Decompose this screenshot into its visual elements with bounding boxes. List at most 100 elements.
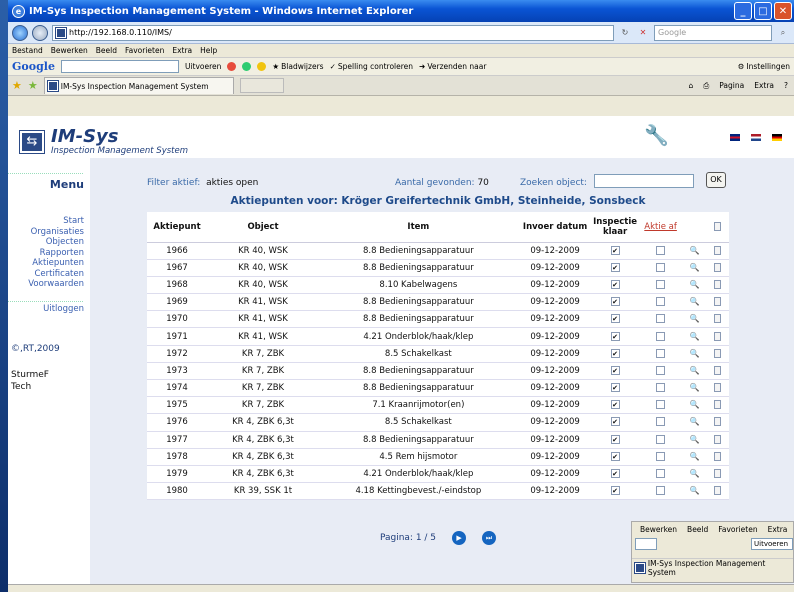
- sidebar-item-rapporten[interactable]: Rapporten: [28, 248, 84, 259]
- magnifier-icon[interactable]: 🔍: [690, 314, 700, 323]
- magnifier-icon[interactable]: 🔍: [690, 469, 700, 478]
- maximize-button[interactable]: □: [754, 2, 772, 20]
- overlay-tab[interactable]: IM-Sys Inspection Management System: [632, 558, 793, 577]
- document-icon[interactable]: [714, 451, 722, 461]
- magnifier-icon[interactable]: 🔍: [690, 280, 700, 289]
- aktie-af-checkbox[interactable]: [656, 451, 666, 461]
- menu-item-help[interactable]: Help: [200, 46, 217, 55]
- add-favorite-icon[interactable]: ★: [28, 79, 38, 92]
- url-field[interactable]: http://192.168.0.110/IMS/: [52, 24, 614, 41]
- inspectie-checkbox[interactable]: ✔: [610, 451, 620, 461]
- sidebar-item-voorwaarden[interactable]: Voorwaarden: [28, 279, 84, 290]
- magnifier-icon[interactable]: 🔍: [690, 417, 700, 426]
- forward-button[interactable]: [32, 24, 48, 41]
- magnifier-icon[interactable]: 🔍: [690, 366, 700, 375]
- magnifier-icon[interactable]: 🔍: [690, 435, 700, 444]
- inspectie-checkbox[interactable]: ✔: [610, 417, 620, 427]
- menu-item-bestand[interactable]: Bestand: [12, 46, 43, 55]
- overlay-google-select[interactable]: [635, 538, 657, 550]
- inspectie-checkbox[interactable]: ✔: [610, 400, 620, 410]
- document-icon[interactable]: [714, 400, 722, 410]
- inspectie-checkbox[interactable]: ✔: [610, 434, 620, 444]
- menu-item-extra[interactable]: Extra: [172, 46, 192, 55]
- spelling-button[interactable]: ✓ Spelling controleren: [330, 62, 413, 71]
- overlay-menu-bewerken[interactable]: Bewerken: [640, 525, 677, 534]
- flag-nl-icon[interactable]: [751, 134, 761, 141]
- search-icon[interactable]: ⌕: [776, 26, 790, 40]
- sidebar-item-start[interactable]: Start: [28, 216, 84, 227]
- sidebar-item-organisaties[interactable]: Organisaties: [28, 227, 84, 238]
- inspectie-checkbox[interactable]: ✔: [610, 245, 620, 255]
- magnifier-icon[interactable]: 🔍: [690, 246, 700, 255]
- magnifier-icon[interactable]: 🔍: [690, 400, 700, 409]
- inspectie-checkbox[interactable]: ✔: [610, 486, 620, 496]
- minimize-button[interactable]: _: [734, 2, 752, 20]
- aktie-af-checkbox[interactable]: [656, 314, 666, 324]
- help-icon[interactable]: ?: [784, 81, 788, 91]
- aktie-af-checkbox[interactable]: [656, 469, 666, 479]
- magnifier-icon[interactable]: 🔍: [690, 263, 700, 272]
- document-icon[interactable]: [714, 486, 722, 496]
- inspectie-checkbox[interactable]: ✔: [610, 262, 620, 272]
- flag-de-icon[interactable]: [772, 134, 782, 141]
- magnifier-icon[interactable]: 🔍: [690, 332, 700, 341]
- inspectie-checkbox[interactable]: ✔: [610, 331, 620, 341]
- inspectie-checkbox[interactable]: ✔: [610, 365, 620, 375]
- menu-item-beeld[interactable]: Beeld: [96, 46, 117, 55]
- toolbar-green-icon[interactable]: [242, 62, 252, 71]
- magnifier-icon[interactable]: 🔍: [690, 297, 700, 306]
- aktie-af-checkbox[interactable]: [656, 245, 666, 255]
- document-icon[interactable]: [714, 279, 722, 289]
- inspectie-checkbox[interactable]: ✔: [610, 383, 620, 393]
- tab-ims[interactable]: IM-Sys Inspection Management System: [43, 77, 234, 94]
- aktie-af-checkbox[interactable]: [656, 297, 666, 307]
- inspectie-checkbox[interactable]: ✔: [610, 297, 620, 307]
- col-aktie-af[interactable]: Aktie af: [637, 212, 684, 243]
- aktie-af-checkbox[interactable]: [656, 331, 666, 341]
- refresh-icon[interactable]: ↻: [618, 26, 632, 40]
- menu-item-bewerken[interactable]: Bewerken: [51, 46, 88, 55]
- document-icon[interactable]: [714, 297, 722, 307]
- toolbar-yellow-icon[interactable]: [257, 62, 267, 71]
- document-icon[interactable]: [714, 331, 722, 341]
- inspectie-checkbox[interactable]: ✔: [610, 279, 620, 289]
- menu-item-favorieten[interactable]: Favorieten: [125, 46, 164, 55]
- logout-link[interactable]: Uitloggen: [43, 304, 84, 314]
- overlay-uitvoeren[interactable]: Uitvoeren: [751, 538, 793, 550]
- aktie-af-checkbox[interactable]: [656, 434, 666, 444]
- new-tab-button[interactable]: [239, 78, 284, 93]
- document-icon[interactable]: [714, 314, 722, 324]
- inspectie-checkbox[interactable]: ✔: [610, 469, 620, 479]
- inspectie-checkbox[interactable]: ✔: [610, 348, 620, 358]
- instellingen-button[interactable]: ⚙ Instellingen: [738, 62, 790, 71]
- bladwijzers-button[interactable]: ★ Bladwijzers: [272, 62, 323, 71]
- search-field[interactable]: Google: [654, 24, 772, 41]
- document-icon[interactable]: [714, 383, 722, 393]
- favorites-star-icon[interactable]: ★: [12, 79, 22, 92]
- aktie-af-checkbox[interactable]: [656, 417, 666, 427]
- aktie-af-checkbox[interactable]: [656, 348, 666, 358]
- aktie-af-checkbox[interactable]: [656, 365, 666, 375]
- sidebar-item-certificaten[interactable]: Certificaten: [28, 269, 84, 280]
- home-icon[interactable]: ⌂: [688, 81, 693, 91]
- overlay-menu-favorieten[interactable]: Favorieten: [718, 525, 757, 534]
- document-icon[interactable]: [714, 365, 722, 375]
- extra-button[interactable]: Extra: [754, 81, 774, 91]
- inspectie-checkbox[interactable]: ✔: [610, 314, 620, 324]
- search-object-input[interactable]: [594, 174, 694, 188]
- sidebar-item-objecten[interactable]: Objecten: [28, 237, 84, 248]
- toolbar-red-icon[interactable]: [227, 62, 237, 71]
- tools-icon[interactable]: 🔧: [644, 123, 669, 147]
- stop-icon[interactable]: ✕: [636, 26, 650, 40]
- print-icon[interactable]: ⎙: [703, 81, 709, 91]
- document-icon[interactable]: [714, 262, 722, 272]
- overlay-menu-extra[interactable]: Extra: [768, 525, 788, 534]
- document-icon[interactable]: [714, 417, 722, 427]
- magnifier-icon[interactable]: 🔍: [690, 452, 700, 461]
- aktie-af-checkbox[interactable]: [656, 383, 666, 393]
- flag-uk-icon[interactable]: [730, 134, 740, 141]
- aktie-af-checkbox[interactable]: [656, 486, 666, 496]
- document-icon[interactable]: [714, 245, 722, 255]
- back-button[interactable]: [12, 24, 28, 41]
- aktie-af-checkbox[interactable]: [656, 262, 666, 272]
